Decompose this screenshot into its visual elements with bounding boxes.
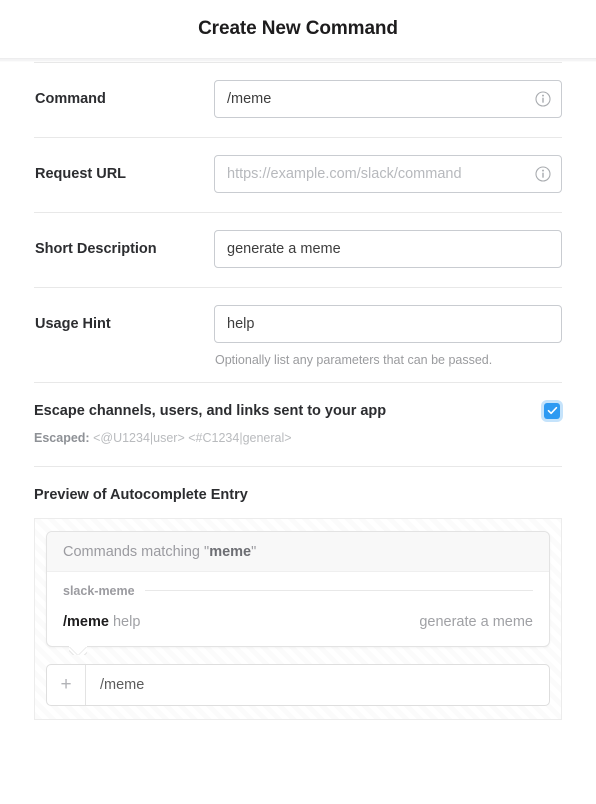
autocomplete-item[interactable]: /meme help generate a meme — [63, 602, 533, 630]
escape-sample: Escaped: <@U1234|user> <#C1234|general> — [34, 431, 562, 445]
command-input[interactable] — [214, 80, 562, 118]
autocomplete-item-command: /meme — [63, 613, 109, 630]
page-header: Create New Command — [0, 0, 596, 58]
preview-section: Preview of Autocomplete Entry Commands m… — [34, 467, 562, 720]
info-icon[interactable] — [535, 91, 551, 107]
usage-hint-input-wrap — [214, 305, 562, 343]
page-title: Create New Command — [198, 18, 398, 39]
autocomplete-tail-shape — [69, 645, 87, 655]
info-icon[interactable] — [535, 166, 551, 182]
label-command: Command — [35, 91, 106, 107]
usage-hint-help-text: Optionally list any parameters that can … — [215, 353, 493, 367]
escape-sample-label: Escaped: — [34, 430, 90, 445]
preview-heading: Preview of Autocomplete Entry — [34, 486, 248, 503]
label-short-description: Short Description — [35, 241, 157, 257]
check-icon — [547, 406, 557, 415]
control-request-url — [214, 155, 562, 193]
autocomplete-header-term: meme — [209, 543, 252, 560]
create-new-command-page: Create New Command Command /meme Request… — [0, 0, 596, 804]
short-description-input[interactable] — [214, 230, 562, 268]
autocomplete-group-rule — [144, 590, 533, 591]
composer-input[interactable]: /meme — [86, 665, 549, 705]
control-command — [214, 80, 562, 118]
command-input-wrap — [214, 80, 562, 118]
field-row-command: Command — [34, 63, 562, 137]
short-description-input-wrap — [214, 230, 562, 268]
field-row-short-description: Short Description — [34, 213, 562, 287]
control-short-description — [214, 230, 562, 268]
autocomplete-item-left: /meme help — [63, 614, 140, 630]
field-row-usage-hint: Usage Hint Optionally list any parameter… — [34, 288, 562, 382]
control-usage-hint: Optionally list any parameters that can … — [214, 305, 562, 370]
escape-sample-value: <@U1234|user> <#C1234|general> — [93, 430, 292, 445]
label-request-url: Request URL — [35, 166, 127, 182]
autocomplete-header-suffix: " — [251, 543, 257, 560]
autocomplete-group: slack-meme — [63, 584, 533, 602]
autocomplete-header: Commands matching "meme" — [47, 531, 549, 572]
escape-checkbox[interactable] — [544, 402, 560, 419]
command-form: Command Request URL — [0, 62, 596, 720]
autocomplete-group-name: slack-meme — [63, 583, 135, 598]
autocomplete-card: Commands matching "meme" slack-meme /mem… — [46, 530, 550, 655]
field-row-request-url: Request URL — [34, 138, 562, 212]
autocomplete-body: slack-meme /meme help generate a meme — [47, 572, 549, 646]
autocomplete-header-prefix: Commands matching " — [63, 543, 210, 560]
autocomplete-item-hint: help — [112, 613, 141, 630]
message-composer: + /meme — [46, 663, 550, 706]
escape-label: Escape channels, users, and links sent t… — [34, 402, 387, 419]
autocomplete-item-description: generate a meme — [419, 613, 533, 630]
usage-hint-input[interactable] — [214, 305, 562, 343]
preview-canvas: Commands matching "meme" slack-meme /mem… — [34, 517, 562, 720]
escape-section: Escape channels, users, and links sent t… — [34, 383, 562, 466]
request-url-input[interactable] — [214, 155, 562, 193]
label-usage-hint: Usage Hint — [35, 316, 111, 332]
escape-row: Escape channels, users, and links sent t… — [34, 402, 562, 419]
request-url-input-wrap — [214, 155, 562, 193]
plus-icon[interactable]: + — [47, 664, 86, 705]
autocomplete-tail — [69, 645, 87, 655]
